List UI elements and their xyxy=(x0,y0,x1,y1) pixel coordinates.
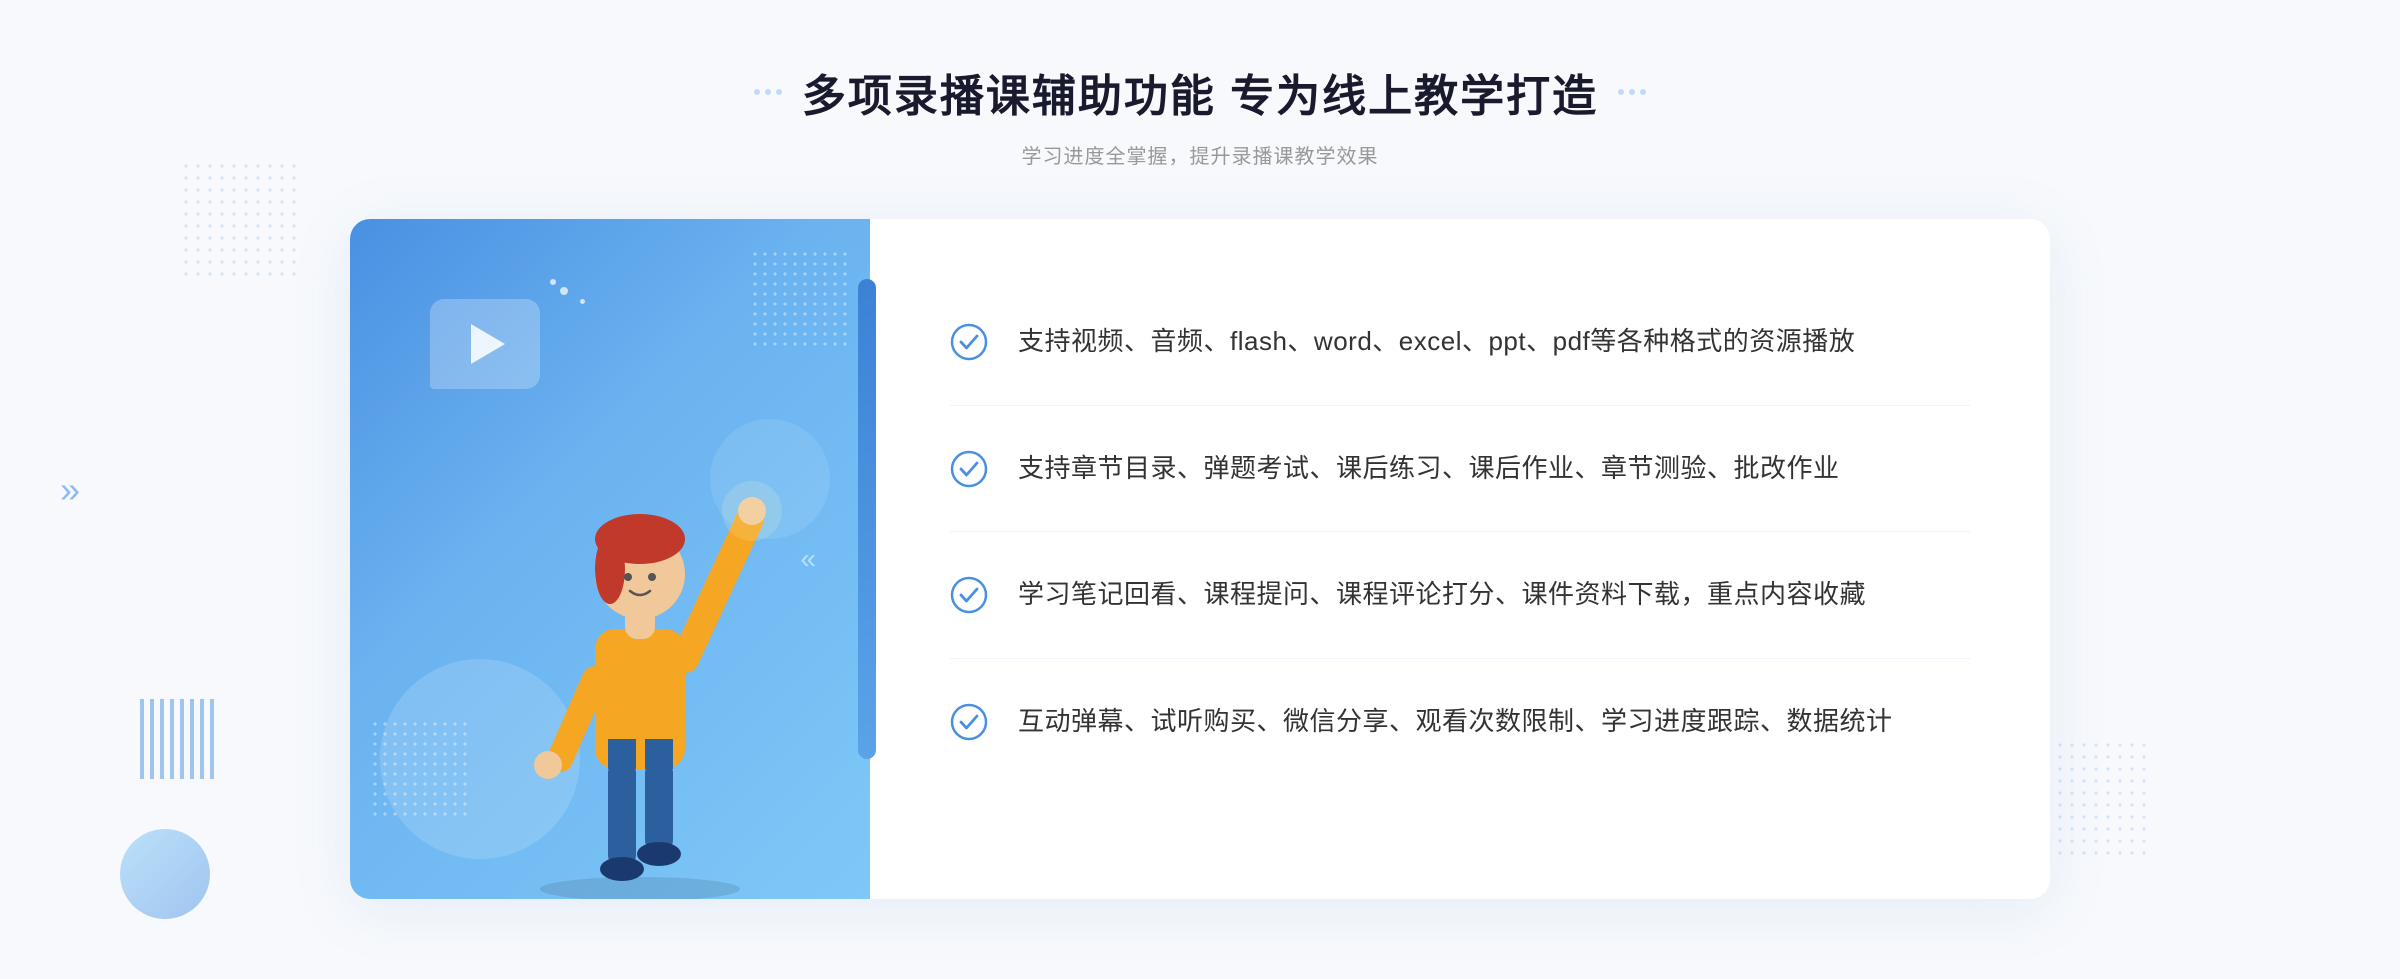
feature-text-4: 互动弹幕、试听购买、微信分享、观看次数限制、学习进度跟踪、数据统计 xyxy=(1018,701,1893,743)
dot-4 xyxy=(1618,89,1624,95)
sparkle-3 xyxy=(550,279,556,285)
feature-item-4: 互动弹幕、试听购买、微信分享、观看次数限制、学习进度跟踪、数据统计 xyxy=(950,659,1970,785)
dots-decoration-top-left xyxy=(180,160,300,280)
person-illustration xyxy=(350,399,870,899)
person-svg xyxy=(490,399,790,899)
feature-text-2: 支持章节目录、弹题考试、课后练习、课后作业、章节测验、批改作业 xyxy=(1018,448,1840,490)
main-card: « xyxy=(350,219,2050,899)
sparkle-2 xyxy=(580,299,585,304)
chevron-left-icon: » xyxy=(60,469,72,511)
content-area: 支持视频、音频、flash、word、excel、ppt、pdf等各种格式的资源… xyxy=(870,219,2050,899)
feature-item-2: 支持章节目录、弹题考试、课后练习、课后作业、章节测验、批改作业 xyxy=(950,406,1970,533)
check-icon-1 xyxy=(950,323,988,361)
feature-item-3: 学习笔记回看、课程提问、课程评论打分、课件资料下载，重点内容收藏 xyxy=(950,532,1970,659)
dot-6 xyxy=(1640,89,1646,95)
illus-dots-top-right xyxy=(750,249,850,349)
page-title: 多项录播课辅助功能 专为线上教学打造 xyxy=(802,60,1598,124)
illustration-area: « xyxy=(350,219,870,899)
dots-left xyxy=(754,89,782,95)
title-row: 多项录播课辅助功能 专为线上教学打造 xyxy=(754,60,1646,124)
check-icon-2 xyxy=(950,450,988,488)
stripe-decoration xyxy=(140,699,220,779)
dots-right xyxy=(1618,89,1646,95)
dot-1 xyxy=(754,89,760,95)
video-bubble xyxy=(430,299,540,389)
check-icon-4 xyxy=(950,703,988,741)
check-icon-3 xyxy=(950,576,988,614)
sparkle-1 xyxy=(560,287,568,295)
page-subtitle: 学习进度全掌握，提升录播课教学效果 xyxy=(754,140,1646,169)
dot-3 xyxy=(776,89,782,95)
play-icon xyxy=(471,324,505,364)
feature-item-1: 支持视频、音频、flash、word、excel、ppt、pdf等各种格式的资源… xyxy=(950,279,1970,406)
page-header: 多项录播课辅助功能 专为线上教学打造 学习进度全掌握，提升录播课教学效果 xyxy=(754,60,1646,169)
circle-decoration-bottom-left xyxy=(120,829,210,919)
feature-text-3: 学习笔记回看、课程提问、课程评论打分、课件资料下载，重点内容收藏 xyxy=(1018,574,1866,616)
page-container: » 多项录播课辅助功能 专为线上教学打造 学习进度全掌握，提升录播课教学效果 xyxy=(0,0,2400,979)
dot-2 xyxy=(765,89,771,95)
feature-text-1: 支持视频、音频、flash、word、excel、ppt、pdf等各种格式的资源… xyxy=(1018,321,1855,363)
dot-5 xyxy=(1629,89,1635,95)
